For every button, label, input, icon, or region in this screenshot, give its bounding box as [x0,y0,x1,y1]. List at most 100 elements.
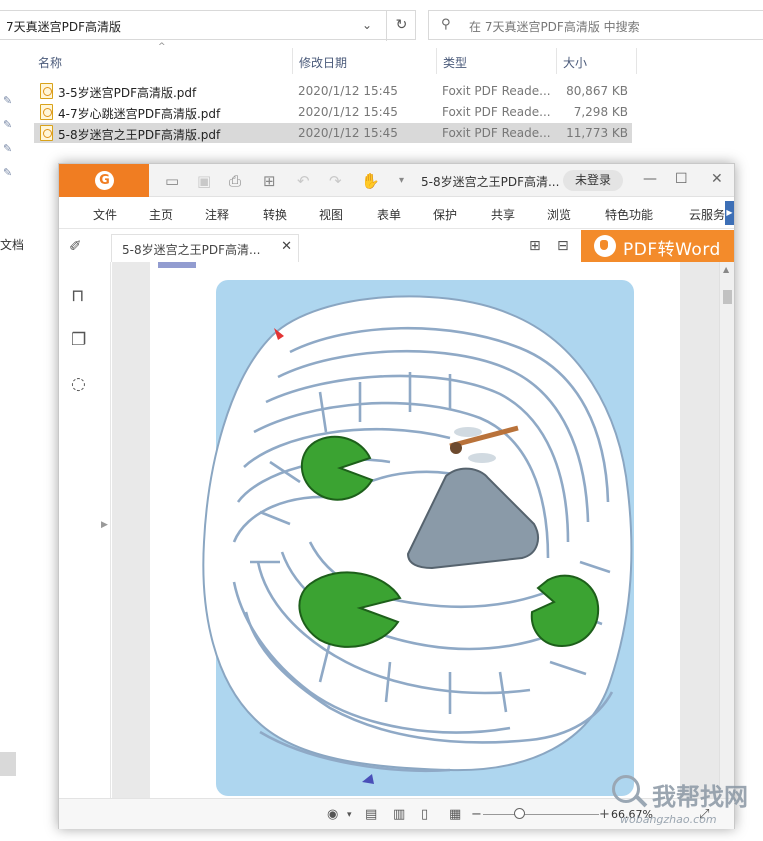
login-button[interactable]: 未登录 [563,170,623,191]
pdf-to-word-label: PDF转Word [623,240,721,260]
zoom-slider-knob[interactable] [514,808,525,819]
file-date: 2020/1/12 15:45 [298,84,398,98]
menu-comment[interactable]: 注释 [205,206,229,223]
pdf-to-word-icon [594,235,616,257]
nav-item-selected[interactable] [0,752,16,776]
nav-item-label[interactable]: 文档 [0,236,24,253]
column-divider[interactable] [556,48,557,74]
menu-scroll-right-icon[interactable]: ▶ [725,201,734,225]
menu-cloud[interactable]: 云服务 [689,206,725,223]
site-watermark: 我帮找网 wobangzhao.com [608,771,763,831]
scroll-thumb[interactable] [723,290,732,304]
address-text: 7天真迷宫PDF高清版 [6,20,122,34]
zoom-slider-track[interactable] [483,814,599,815]
save-icon[interactable]: ▣ [197,172,211,190]
column-type[interactable]: 类型 [443,54,467,71]
panel-icon[interactable]: ⊟ [557,238,569,254]
file-row[interactable]: 4-7岁心跳迷宫PDF高清版.pdf 2020/1/12 15:45 Foxit… [34,102,632,122]
close-icon[interactable]: ✕ [711,171,723,187]
column-date[interactable]: 修改日期 [299,54,347,71]
document-tab[interactable]: 5-8岁迷宫之王PDF高清... ✕ [111,234,299,262]
watermark-url: wobangzhao.com [620,813,717,826]
menu-features[interactable]: 特色功能 [605,206,653,223]
magnifier-handle [634,794,648,808]
pin-icon[interactable]: ✎ [3,118,12,131]
title-bar: G ▭ ▣ ⎙ ⊞ ↶ ↷ ✋ ▾ 5-8岁迷宫之王PDF高清... 未登录 —… [59,164,734,197]
column-divider[interactable] [292,48,293,74]
file-size: 11,773 KB [566,126,628,140]
continuous-page-icon[interactable]: ▥ [393,807,405,822]
print-icon[interactable]: ⎙ [229,172,241,190]
search-icon: ⚲ [441,17,451,32]
zoom-out-icon[interactable]: − [471,807,482,822]
pdf-file-icon [40,83,53,99]
column-size[interactable]: 大小 [563,54,587,71]
bookmark-icon[interactable]: ⊓ [71,286,84,306]
pin-icon[interactable]: ✎ [3,166,12,179]
redo-icon[interactable]: ↷ [329,172,342,190]
pdf-page [150,262,680,798]
vertical-scrollbar[interactable]: ▲ [719,262,734,798]
undo-icon[interactable]: ↶ [297,172,310,190]
facing-page-icon[interactable]: ▯ [421,807,428,822]
chevron-down-icon[interactable]: ▾ [399,175,404,186]
menu-form[interactable]: 表单 [377,206,401,223]
file-type: Foxit PDF Reade... [442,105,551,119]
foxit-logo-icon: G [95,171,114,190]
menu-file[interactable]: 文件 [93,206,117,223]
grid-view-icon[interactable]: ⊞ [529,238,541,254]
document-viewer[interactable] [112,262,719,798]
maximize-icon[interactable]: ☐ [675,171,688,187]
chevron-down-icon[interactable]: ⌄ [362,18,372,32]
pages-icon[interactable]: ❐ [71,330,86,350]
scroll-up-icon[interactable]: ▲ [723,265,729,274]
foxit-logo[interactable]: G [59,164,149,197]
file-name: 3-5岁迷宫PDF高清版.pdf [58,86,197,100]
menu-convert[interactable]: 转换 [263,206,287,223]
open-folder-icon[interactable]: ▭ [165,172,179,190]
file-size: 80,867 KB [566,84,628,98]
file-date: 2020/1/12 15:45 [298,126,398,140]
continuous-facing-icon[interactable]: ▦ [449,807,461,822]
pin-icon[interactable]: ✎ [3,94,12,107]
comment-icon[interactable]: ◌ [71,374,86,394]
search-input[interactable]: 在 7天真迷宫PDF高清版 中搜索 [469,18,640,35]
new-document-icon[interactable]: ⊞ [263,172,276,190]
minimize-icon[interactable]: — [643,171,657,187]
file-row[interactable]: 3-5岁迷宫PDF高清版.pdf 2020/1/12 15:45 Foxit P… [34,81,632,101]
column-divider[interactable] [636,48,637,74]
menu-view[interactable]: 视图 [319,206,343,223]
tab-label: 5-8岁迷宫之王PDF高清... [122,243,261,257]
hand-tool-icon[interactable]: ✋ [361,172,380,190]
menu-protect[interactable]: 保护 [433,206,457,223]
file-type: Foxit PDF Reade... [442,84,551,98]
menu-browse[interactable]: 浏览 [547,206,571,223]
refresh-icon[interactable]: ↻ [386,11,416,41]
pdf-file-icon [40,104,53,120]
pin-icon[interactable]: ✎ [3,142,12,155]
eraser-icon[interactable]: ✐ [69,237,82,255]
close-icon[interactable]: ✕ [281,239,292,254]
file-type: Foxit PDF Reade... [442,126,551,140]
file-row-selected[interactable]: 5-8岁迷宫之王PDF高清版.pdf 2020/1/12 15:45 Foxit… [34,123,632,143]
file-name: 4-7岁心跳迷宫PDF高清版.pdf [58,107,221,121]
column-headers: ^ 名称 修改日期 类型 大小 [0,42,640,74]
file-date: 2020/1/12 15:45 [298,105,398,119]
menu-share[interactable]: 共享 [491,206,515,223]
eye-icon[interactable]: ◉ [327,807,338,822]
document-title: 5-8岁迷宫之王PDF高清... [421,175,560,189]
address-bar[interactable]: 7天真迷宫PDF高清版 ⌄ ↻ [0,10,416,41]
expand-panel-icon[interactable]: ▶ [101,520,108,530]
pdf-to-word-button[interactable]: PDF转Word [581,230,734,262]
menu-bar: 文件 主页 注释 转换 视图 表单 保护 共享 浏览 特色功能 云服务 ▶ [59,197,734,229]
watermark-title: 我帮找网 [652,783,748,811]
menu-home[interactable]: 主页 [149,206,173,223]
file-name: 5-8岁迷宫之王PDF高清版.pdf [58,128,221,142]
sort-ascending-icon: ^ [158,42,166,52]
single-page-icon[interactable]: ▤ [365,807,377,822]
chevron-down-icon[interactable]: ▾ [347,810,352,820]
tab-bar: ✐ 5-8岁迷宫之王PDF高清... ✕ ⊞ ⊟ PDF转Word [59,230,734,262]
column-name[interactable]: 名称 [38,54,62,71]
search-box[interactable]: ⚲ 在 7天真迷宫PDF高清版 中搜索 [428,10,763,40]
column-divider[interactable] [436,48,437,74]
